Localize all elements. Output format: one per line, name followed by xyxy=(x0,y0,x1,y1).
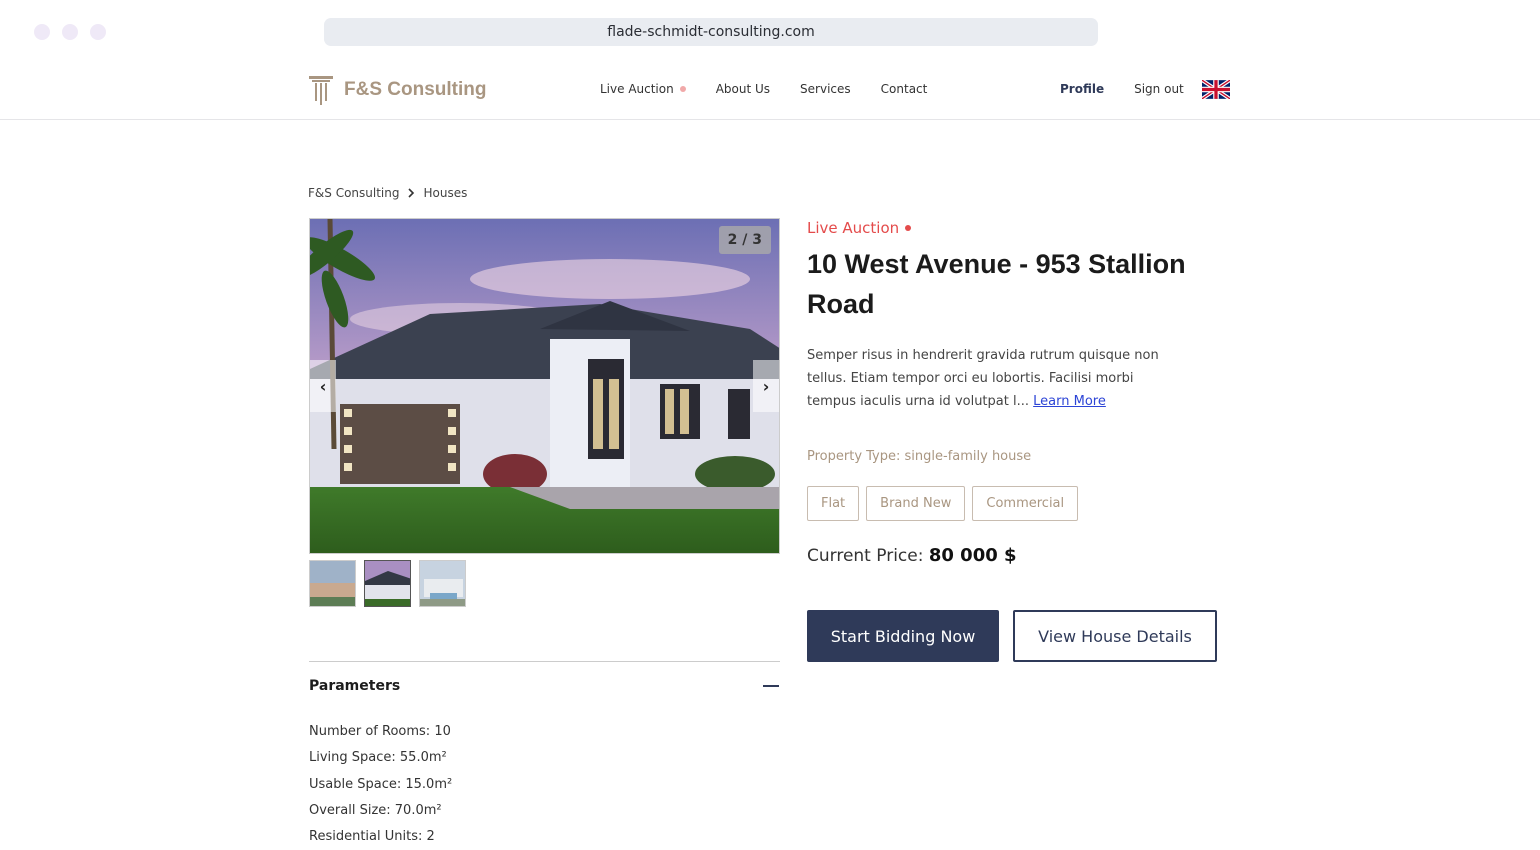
nav-label: Live Auction xyxy=(600,82,674,96)
property-description: Semper risus in hendrerit gravida rutrum… xyxy=(807,344,1177,413)
nav-label: Services xyxy=(800,82,851,96)
thumbnail-image xyxy=(420,561,465,606)
nav-contact[interactable]: Contact xyxy=(881,82,928,96)
signout-link[interactable]: Sign out xyxy=(1134,82,1184,96)
site-header: F&S Consulting Live Auction About Us Ser… xyxy=(0,62,1540,120)
live-auction-badge: Live Auction xyxy=(807,219,1227,237)
property-main-image[interactable]: 2 / 3 ‹ › xyxy=(309,218,780,554)
parameter-item: Overall Size: 70.0m² xyxy=(309,802,442,818)
thumbnail-image xyxy=(310,561,355,606)
window-dot xyxy=(34,24,50,40)
main-nav: Live Auction About Us Services Contact xyxy=(600,82,927,96)
tag-flat[interactable]: Flat xyxy=(807,486,860,521)
breadcrumb-home[interactable]: F&S Consulting xyxy=(308,186,399,200)
view-house-details-button[interactable]: View House Details xyxy=(1013,610,1217,662)
price-value: 80 000 $ xyxy=(928,545,1017,566)
live-indicator-icon xyxy=(905,225,912,231)
account-nav: Profile Sign out xyxy=(1060,82,1184,96)
status-text: Live Auction xyxy=(807,219,900,237)
window-dot xyxy=(90,24,106,40)
thumbnail-2[interactable] xyxy=(364,560,411,607)
current-price: Current Price: 80 000 $ xyxy=(807,545,1227,566)
parameter-item: Residential Units: 2 xyxy=(309,829,435,845)
parameter-item: Living Space: 55.0m² xyxy=(309,750,447,766)
property-details: Live Auction 10 West Avenue - 953 Stalli… xyxy=(807,219,1227,662)
browser-chrome: flade-schmidt-consulting.com xyxy=(0,0,1540,62)
parameters-header[interactable]: Parameters xyxy=(309,678,780,694)
nav-services[interactable]: Services xyxy=(800,82,851,96)
nav-about-us[interactable]: About Us xyxy=(716,82,770,96)
tag-brand-new[interactable]: Brand New xyxy=(866,486,966,521)
tag-commercial[interactable]: Commercial xyxy=(972,486,1079,521)
thumbnail-1[interactable] xyxy=(309,560,356,607)
action-buttons: Start Bidding Now View House Details xyxy=(807,610,1227,662)
live-indicator-icon xyxy=(679,86,686,92)
parameters-section: Parameters Number of Rooms: 10 Living Sp… xyxy=(309,661,780,850)
logo[interactable]: F&S Consulting xyxy=(308,74,486,106)
address-bar[interactable]: flade-schmidt-consulting.com xyxy=(324,18,1098,46)
chevron-left-icon[interactable]: ‹ xyxy=(310,360,336,412)
description-text: Semper risus in hendrerit gravida rutrum… xyxy=(807,348,1159,409)
uk-flag-icon[interactable] xyxy=(1202,80,1230,99)
pillar-logo-icon xyxy=(309,76,333,105)
property-title: 10 West Avenue - 953 Stallion Road xyxy=(807,249,1186,319)
breadcrumb-houses[interactable]: Houses xyxy=(423,186,467,200)
profile-link[interactable]: Profile xyxy=(1060,82,1104,96)
window-dot xyxy=(62,24,78,40)
learn-more-link[interactable]: Learn More xyxy=(1033,394,1106,409)
thumbnail-3[interactable] xyxy=(419,560,466,607)
logo-text: F&S Consulting xyxy=(344,79,487,100)
start-bidding-button[interactable]: Start Bidding Now xyxy=(807,610,999,662)
nav-label: About Us xyxy=(715,82,771,96)
parameter-item: Number of Rooms: 10 xyxy=(309,724,451,739)
image-counter: 2 / 3 xyxy=(718,226,771,254)
parameters-title: Parameters xyxy=(309,678,401,694)
tag-list: Flat Brand New Commercial xyxy=(807,486,1227,521)
nav-label: Contact xyxy=(880,82,928,96)
chevron-right-icon xyxy=(408,188,415,198)
minus-icon[interactable] xyxy=(763,685,779,687)
house-photo xyxy=(310,219,779,553)
parameters-list: Number of Rooms: 10 Living Space: 55.0m²… xyxy=(309,724,780,850)
thumbnail-strip xyxy=(309,560,466,607)
nav-live-auction[interactable]: Live Auction xyxy=(600,82,686,96)
thumbnail-image xyxy=(365,561,410,606)
chevron-right-icon[interactable]: › xyxy=(753,360,779,412)
price-label: Current Price: xyxy=(807,546,924,566)
parameter-item: Usable Space: 15.0m² xyxy=(309,776,453,792)
property-type: Property Type: single-family house xyxy=(807,449,1032,464)
breadcrumb: F&S Consulting Houses xyxy=(308,186,467,200)
